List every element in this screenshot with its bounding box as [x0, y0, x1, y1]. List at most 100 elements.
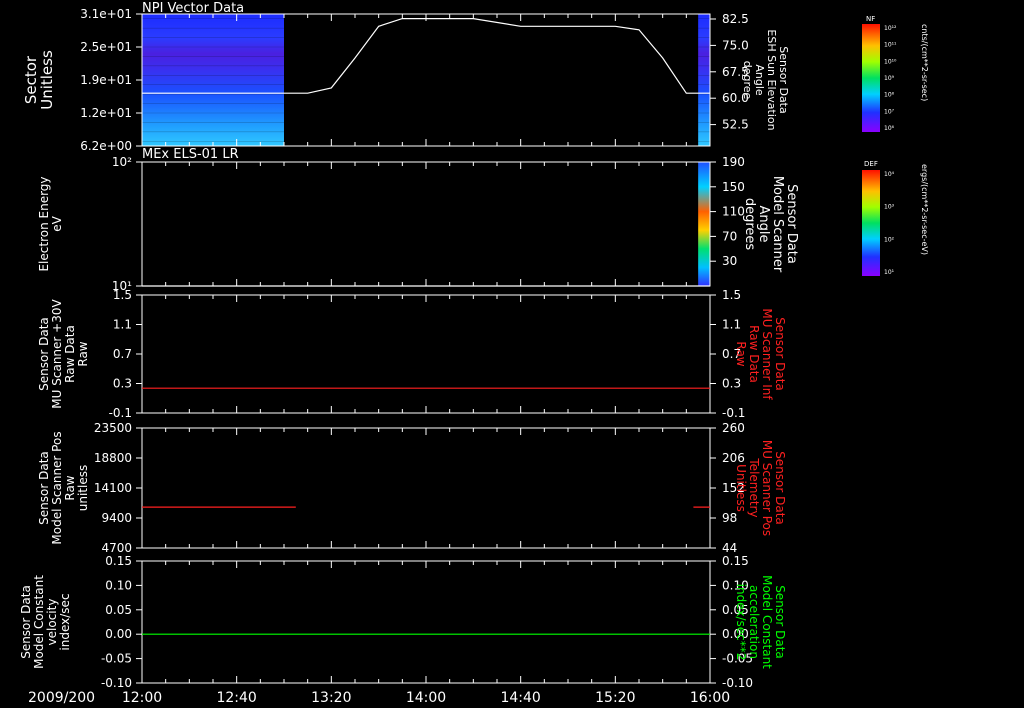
panel-1-spectrogram-block	[142, 14, 284, 146]
panel-1-ytick-label: 1.2e+01	[80, 106, 132, 120]
panel-1-ytick-label: 6.2e+00	[80, 139, 132, 153]
colorbar-nf-units: cnts/(cm**2-sr-sec)	[920, 24, 929, 101]
panel-5-right-ylabel: Sensor DataModel Constantaccelerationind…	[734, 575, 787, 669]
colorbar-nf-tick-label: 10⁷	[884, 108, 895, 115]
time-tick-label: 12:40	[216, 690, 256, 706]
panel-1-ylabel: SectorUnitless	[22, 50, 56, 110]
panel-1-ytick-label: 3.1e+01	[80, 7, 132, 21]
panel-2-right-ytick-label: 110	[722, 205, 745, 219]
panel-3-right-ylabel-line: MU Scanner Inf	[760, 308, 774, 400]
panel-1-right-ytick-label: 75.0	[722, 38, 749, 52]
panel-2-right-ytick-label: 70	[722, 229, 737, 243]
panel-1-ytick-label: 2.5e+01	[80, 40, 132, 54]
panel-3-ytick-label: 0.3	[113, 377, 132, 391]
time-tick-label: 14:00	[406, 690, 446, 706]
colorbar-nf: NF 10¹² 10¹¹ 10¹⁰ 10⁹ 10⁸ 10⁷ 10⁶ cnts/(cm**2-…	[862, 15, 929, 132]
panel-3: 1.51.10.70.3-0.1Sensor DataMU Scanner +3…	[37, 288, 787, 420]
panel-2: 10²10¹Electron EnergyeV1901501107030 Sens…	[37, 155, 799, 293]
panel-3-ytick-label: 1.5	[113, 288, 132, 302]
panel-2-right-ylabel-line: Sensor Data	[784, 184, 799, 264]
panel-3-ylabel-line: MU Scanner +30V	[50, 299, 64, 409]
panel-3-right-ylabel-line: Sensor Data	[773, 317, 787, 391]
panel-2-frame	[141, 161, 711, 287]
panel-5-ylabel-line: index/sec	[58, 593, 72, 650]
panel-1-ylabel-line: Unitless	[38, 50, 56, 110]
panel-5-right-ylabel-line: acceleration	[747, 585, 761, 659]
panel-3-ylabel: Sensor DataMU Scanner +30VRaw DataRaw	[37, 299, 90, 409]
panel-4-right-ytick-label: 98	[722, 511, 737, 525]
panel-1-spectrogram-block	[698, 14, 710, 146]
panel-5-ylabel: Sensor DataModel Constantvelocityindex/s…	[19, 575, 72, 669]
panel-5-frame	[141, 560, 711, 684]
panel-4-ytick-label: 23500	[94, 421, 132, 435]
time-tick-label: 16:00	[690, 690, 730, 706]
panel-2-ylabel-line: Electron Energy	[37, 176, 51, 271]
panel-5-ytick-label: -0.10	[101, 676, 132, 690]
panel-3-right-ytick-label: -0.1	[722, 406, 745, 420]
panel-2-ytick-label: 10²	[112, 155, 132, 169]
panel-4-right-ylabel-line: Sensor Data	[773, 451, 787, 525]
time-tick-label: 15:20	[595, 690, 635, 706]
panel-5-right-ylabel-line: index/sec**2	[734, 584, 748, 661]
panel-4-right-ylabel-line: Telemetry	[747, 457, 761, 517]
panel-5-ytick-label: 0.00	[105, 627, 132, 641]
date-label: 2009/200	[28, 690, 95, 706]
panel-3-ylabel-line: Raw Data	[63, 325, 77, 383]
panel-2-right-ylabel: Sensor DataModel ScannerAngledegrees	[742, 176, 799, 273]
panel-4: 23500188001410094004700Sensor DataModel …	[37, 421, 787, 555]
panel-1-right-ylabel-line: degree	[741, 61, 754, 100]
panel-4-right-ytick-label: 260	[722, 421, 745, 435]
panel-4-frame	[141, 427, 711, 549]
panel-5-right-ytick-label: -0.10	[722, 676, 753, 690]
panel-5-ytick-label: 0.05	[105, 603, 132, 617]
panel-4-ylabel-line: unitless	[76, 465, 90, 511]
colorbar-def-tick-label: 10⁴	[884, 171, 895, 178]
colorbar-def-gradient	[862, 170, 880, 276]
panel-1-right-ytick-label: 52.5	[722, 118, 749, 132]
time-tick-label: 14:40	[500, 690, 540, 706]
panel-5-ytick-label: -0.05	[101, 652, 132, 666]
panel-2-right-ylabel-line: Model Scanner	[770, 176, 785, 273]
panel-5: 0.150.100.050.00-0.05-0.10Sensor DataMod…	[19, 554, 787, 690]
colorbar-nf-label: NF	[866, 15, 875, 23]
panel-3-right-ylabel-line: Raw	[734, 341, 748, 366]
panel-2-right-ylabel-line: degrees	[742, 198, 757, 251]
colorbar-def-units: ergs/(cm**2-sr-sec-eV)	[920, 164, 929, 255]
time-tick-label: 12:00	[122, 690, 162, 706]
panel-1-right-ytick-label: 82.5	[722, 12, 749, 26]
panel-4-ylabel-line: Model Scanner Pos	[50, 431, 64, 544]
panel-3-frame	[141, 294, 711, 414]
panel-3-ytick-label: 0.7	[113, 347, 132, 361]
panel-1-ytick-label: 1.9e+01	[80, 73, 132, 87]
panel-5-ylabel-line: velocity	[45, 599, 59, 646]
colorbar-nf-gradient	[862, 24, 880, 132]
panel-4-ylabel-line: Sensor Data	[37, 451, 51, 525]
colorbar-def-tick-label: 10¹	[884, 269, 895, 276]
panel-2-right-ytick-label: 190	[722, 155, 745, 169]
colorbar-def: DEF 10⁴ 10³ 10² 10¹ ergs/(cm**2-sr-sec-eV)	[862, 160, 929, 276]
panel-title-els: MEx ELS-01 LR	[142, 147, 239, 162]
panel-3-right-ytick-label: 1.5	[722, 288, 741, 302]
panel-5-right-ylabel-line: Model Constant	[760, 575, 774, 669]
panel-5-ytick-label: 0.10	[105, 578, 132, 592]
panel-2-right-ytick-label: 150	[722, 180, 745, 194]
panel-4-right-ylabel-line: Unitless	[734, 464, 748, 512]
panel-2-ylabel-line: eV	[50, 215, 64, 231]
colorbar-def-tick-label: 10²	[884, 236, 895, 243]
colorbar-nf-tick-label: 10⁸	[884, 92, 895, 99]
panel-5-ylabel-line: Sensor Data	[19, 585, 33, 659]
panel-3-ylabel-line: Raw	[76, 341, 90, 366]
panel-4-ytick-label: 18800	[94, 451, 132, 465]
panel-3-right-ytick-label: 0.3	[722, 377, 741, 391]
colorbar-nf-tick-label: 10¹²	[884, 25, 897, 32]
panel-3-ylabel-line: Sensor Data	[37, 317, 51, 391]
panel-3-ytick-label: 1.1	[113, 318, 132, 332]
panel-5-ylabel-line: Model Constant	[32, 575, 46, 669]
panel-4-ylabel-line: Raw	[63, 475, 77, 500]
panel-3-right-ylabel-line: Raw Data	[747, 325, 761, 383]
panel-4-right-ylabel-line: MU Scanner Pos	[760, 440, 774, 536]
panel-5-right-ytick-label: 0.15	[722, 554, 749, 568]
colorbar-nf-tick-label: 10⁹	[884, 75, 895, 82]
panel-2-right-ytick-label: 30	[722, 254, 737, 268]
colorbar-def-label: DEF	[864, 160, 878, 168]
